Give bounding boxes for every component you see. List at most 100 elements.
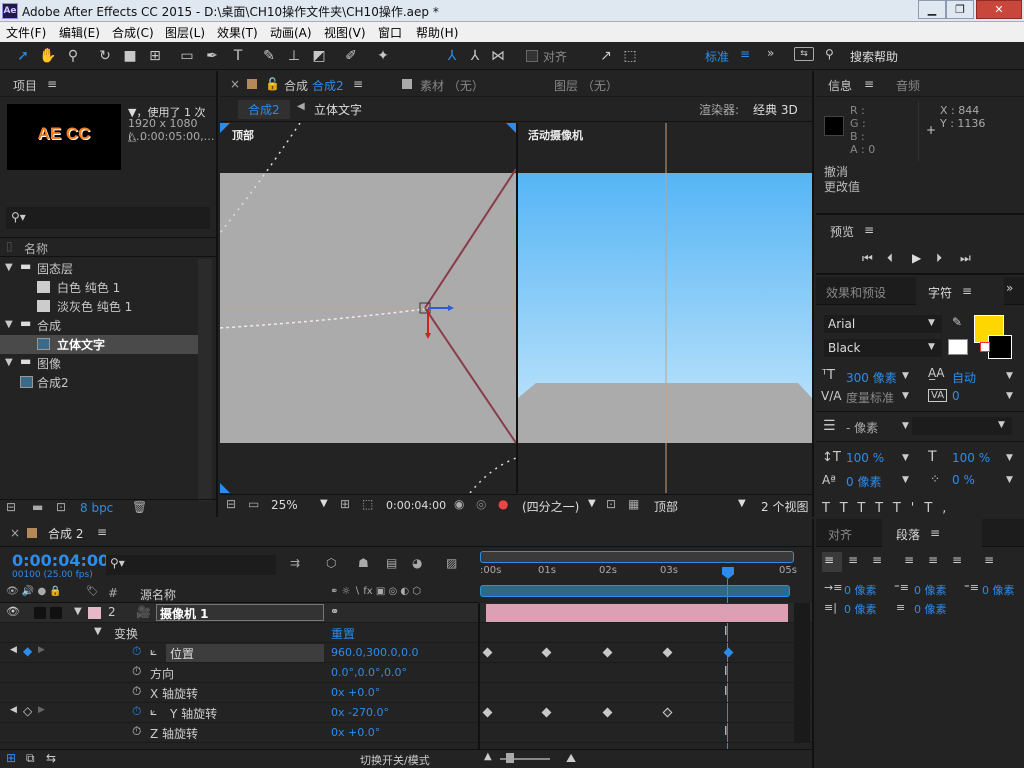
maximize-button[interactable]: ❐ bbox=[946, 0, 974, 19]
keyframe[interactable] bbox=[602, 647, 613, 658]
kerning-value[interactable]: 度量标准 bbox=[846, 389, 894, 406]
no-stroke-icon[interactable] bbox=[980, 342, 990, 352]
paragraph-tab[interactable]: 段落 bbox=[896, 526, 920, 543]
preview-menu-icon[interactable]: ≡ bbox=[864, 223, 874, 237]
close-tab-icon[interactable]: × bbox=[230, 77, 240, 91]
justify-center-icon[interactable]: ≡ bbox=[928, 553, 938, 567]
align-tab[interactable]: 对齐 bbox=[828, 526, 852, 543]
align-center-icon[interactable]: ≡ bbox=[848, 553, 858, 567]
layer-row[interactable]: 👁 ▼ 2 🎥 摄像机 1 ⚭ bbox=[0, 603, 812, 623]
keyframe[interactable] bbox=[662, 647, 673, 658]
menu-composition[interactable]: 合成(C) bbox=[112, 24, 154, 41]
motion-blur-icon[interactable]: ◕ bbox=[412, 556, 422, 570]
align-left-icon[interactable]: ≡ bbox=[824, 553, 834, 567]
indent-left-value[interactable]: 0 像素 bbox=[844, 582, 877, 598]
property-row-x-rotation[interactable]: ⏱ X 轴旋转 0x +0.0° I bbox=[0, 683, 812, 703]
roto-brush-tool-icon[interactable]: ✐ bbox=[342, 47, 360, 65]
property-row-z-rotation[interactable]: ⏱ Z 轴旋转 0x +0.0° I bbox=[0, 723, 812, 743]
expand-icon[interactable]: ▼ bbox=[74, 606, 82, 617]
expand-icon[interactable]: ▼ bbox=[5, 357, 13, 368]
av-features-icon[interactable]: 👁 🔊 ● 🔒 bbox=[6, 586, 62, 597]
menu-file[interactable]: 文件(F) bbox=[6, 24, 46, 41]
keyframe[interactable] bbox=[662, 707, 673, 718]
stroke-width-value[interactable]: - 像素 bbox=[846, 419, 878, 436]
menu-animation[interactable]: 动画(A) bbox=[270, 24, 312, 41]
keyframe[interactable] bbox=[541, 707, 552, 718]
hand-tool-icon[interactable]: ✋ bbox=[39, 47, 57, 65]
position-value[interactable]: 960.0,300.0,0.0 bbox=[331, 646, 418, 659]
stopwatch-icon[interactable]: ⏱ bbox=[132, 664, 141, 679]
toggle-switches-modes[interactable]: 切换开关/模式 bbox=[360, 752, 430, 768]
expand-icon[interactable]: ▼ bbox=[94, 626, 102, 637]
project-item-solid[interactable]: 白色 纯色 1 bbox=[0, 278, 216, 297]
info-menu-icon[interactable]: ≡ bbox=[864, 77, 874, 91]
show-snapshot-icon[interactable]: ◎ bbox=[476, 497, 486, 511]
close-button[interactable]: ✕ bbox=[976, 0, 1022, 19]
comp-flowchart-icon[interactable]: ⇉ bbox=[290, 556, 300, 570]
next-keyframe-icon[interactable]: ▶ bbox=[38, 705, 45, 715]
tab-footage[interactable]: 素材 （无） bbox=[420, 77, 484, 94]
stopwatch-icon[interactable]: ⏱ bbox=[132, 704, 141, 719]
brush-tool-icon[interactable]: ✎ bbox=[260, 47, 278, 65]
breadcrumb-next[interactable]: 立体文字 bbox=[314, 101, 362, 118]
menu-help[interactable]: 帮助(H) bbox=[416, 24, 458, 41]
project-item-folder-images[interactable]: ▼ ▬ 图像 bbox=[0, 354, 216, 373]
breadcrumb-active[interactable]: 合成2 bbox=[238, 100, 290, 119]
expand-icon[interactable]: ▼ bbox=[5, 262, 13, 273]
label-color[interactable] bbox=[88, 607, 101, 619]
snapping-checkbox[interactable] bbox=[526, 50, 538, 62]
resolution-dropdown-icon[interactable]: ▼ bbox=[588, 498, 596, 509]
sync-settings-icon[interactable]: ⇆ bbox=[794, 47, 814, 61]
transparency-grid-icon[interactable]: ▦ bbox=[628, 497, 639, 511]
zoom-dropdown-icon[interactable]: ▼ bbox=[320, 498, 328, 509]
reset-link[interactable]: 重置 bbox=[331, 625, 355, 642]
stroke-type-select[interactable]: ▼ bbox=[912, 417, 1012, 435]
next-keyframe-icon[interactable]: ▶ bbox=[38, 645, 45, 655]
zoom-out-icon[interactable]: ▲ bbox=[484, 751, 492, 762]
interpret-footage-icon[interactable]: ⊟ bbox=[6, 500, 16, 514]
close-tab-icon[interactable]: × bbox=[10, 526, 20, 540]
snap-feature-icon[interactable]: ⬚ bbox=[621, 47, 639, 65]
space-before-value[interactable]: 0 像素 bbox=[844, 601, 877, 617]
justify-all-icon[interactable]: ≡ bbox=[984, 553, 994, 567]
dropdown-icon[interactable]: ▼ bbox=[1006, 475, 1013, 485]
menu-edit[interactable]: 编辑(E) bbox=[59, 24, 100, 41]
justify-left-icon[interactable]: ≡ bbox=[904, 553, 914, 567]
dropdown-icon[interactable]: ▼ bbox=[1006, 453, 1013, 463]
stopwatch-icon[interactable]: ⏱ bbox=[132, 724, 141, 739]
dropdown-icon[interactable]: ▼ bbox=[1006, 391, 1013, 401]
snap-edge-icon[interactable]: ↗ bbox=[597, 47, 615, 65]
delete-icon[interactable]: 🗑 bbox=[132, 500, 147, 514]
prev-keyframe-icon[interactable]: ◀ bbox=[10, 705, 17, 715]
property-row-y-rotation[interactable]: ◀ ◇ ▶ ⏱ ⟀ Y 轴旋转 0x -270.0° bbox=[0, 703, 812, 723]
preview-tab[interactable]: 预览 bbox=[830, 223, 854, 240]
layer-search-input[interactable]: ⚲▾ bbox=[106, 555, 276, 575]
eyedropper-icon[interactable]: ✎ bbox=[952, 315, 962, 329]
minimize-button[interactable]: ▁ bbox=[918, 0, 946, 19]
time-ruler[interactable]: :00s 01s 02s 03s 05s bbox=[480, 551, 797, 599]
source-name-column[interactable]: 源名称 bbox=[140, 586, 176, 603]
workspace-menu-icon[interactable]: ≡ bbox=[740, 47, 750, 61]
3d-view-select[interactable]: 顶部 bbox=[654, 498, 678, 515]
viewer-menu-icon[interactable]: ≡ bbox=[353, 77, 363, 91]
lock-icon[interactable]: 🔓 bbox=[265, 77, 280, 91]
always-preview-icon[interactable]: ⊟ bbox=[226, 497, 236, 511]
zoom-slider-handle[interactable] bbox=[506, 753, 514, 763]
character-tab[interactable]: 字符 bbox=[928, 284, 952, 301]
workspace-label[interactable]: 标准 bbox=[705, 48, 729, 65]
font-size-value[interactable]: 300 像素 bbox=[846, 369, 897, 386]
project-item-solid[interactable]: 淡灰色 纯色 1 bbox=[0, 297, 216, 316]
dropdown-icon[interactable]: ▼ bbox=[902, 391, 909, 401]
project-tab[interactable]: 项目 bbox=[13, 77, 37, 94]
draft-3d-icon[interactable]: ⬡ bbox=[326, 556, 336, 570]
y-rotation-value[interactable]: 0x -270.0° bbox=[331, 706, 389, 719]
z-rotation-value[interactable]: 0x +0.0° bbox=[331, 726, 380, 739]
prev-keyframe-icon[interactable]: ◀ bbox=[10, 645, 17, 655]
rectangle-tool-icon[interactable]: ▭ bbox=[178, 47, 196, 65]
project-item-folder-solids[interactable]: ▼ ▬ 固态层 ⛙ bbox=[0, 259, 216, 278]
orientation-value[interactable]: 0.0°,0.0°,0.0° bbox=[331, 666, 407, 679]
zoom-in-icon[interactable]: ⛰ bbox=[566, 751, 576, 766]
shy-icon[interactable]: ⚭ bbox=[330, 605, 339, 618]
play-icon[interactable]: ▶ bbox=[912, 251, 921, 265]
resolution-select[interactable]: (四分之一) bbox=[522, 498, 579, 515]
